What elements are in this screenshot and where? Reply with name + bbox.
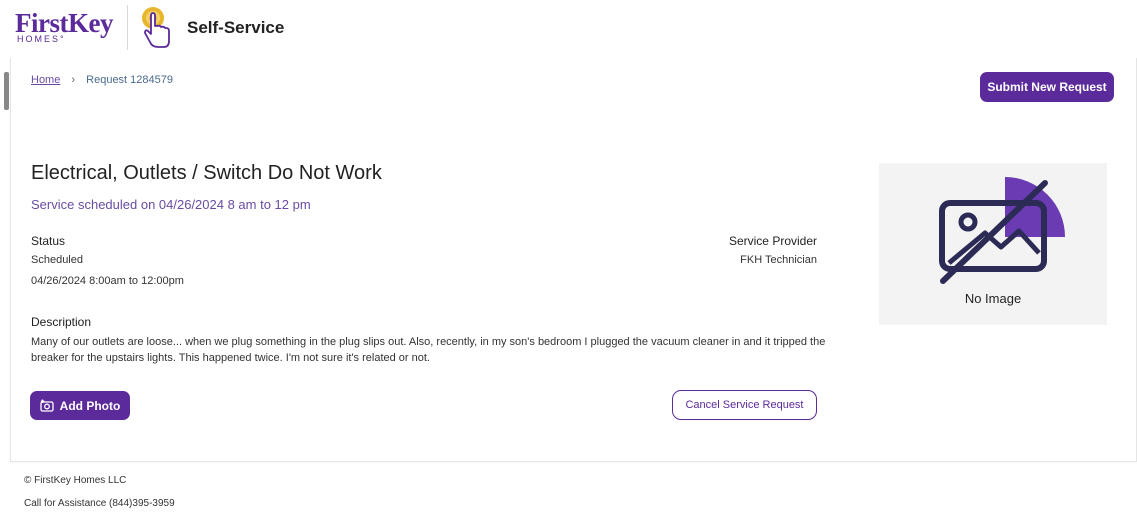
breadcrumb-current: Request 1284579 (86, 74, 173, 86)
app-header: FirstKey HOMES° Self-Service (0, 0, 1137, 58)
status-window: 04/26/2024 8:00am to 12:00pm (31, 275, 184, 287)
app-title: Self-Service (187, 18, 285, 37)
status-label: Status (31, 234, 66, 248)
service-provider-value: FKH Technician (740, 254, 817, 266)
firstkey-logo[interactable]: FirstKey HOMES° (15, 8, 115, 48)
description-text: Many of our outlets are loose... when we… (31, 336, 826, 364)
sidebar-toggle-handle[interactable] (4, 72, 9, 110)
request-image-placeholder: No Image (879, 163, 1107, 325)
touch-hand-icon (142, 7, 170, 48)
footer-copyright: © FirstKey Homes LLC (24, 475, 127, 486)
cancel-service-request-button[interactable]: Cancel Service Request (672, 390, 817, 420)
status-value: Scheduled (31, 254, 83, 266)
submit-new-request-button[interactable]: Submit New Request (980, 72, 1114, 102)
no-image-label: No Image (964, 291, 1022, 306)
footer-assistance-phone[interactable]: Call for Assistance (844)395-3959 (24, 498, 175, 509)
logo-subtext: HOMES° (17, 34, 66, 44)
description-label: Description (31, 315, 92, 329)
breadcrumb: Home › Request 1284579 (31, 74, 173, 86)
service-scheduled-text: Service scheduled on 04/26/2024 8 am to … (31, 197, 311, 212)
add-photo-icon (40, 399, 54, 412)
add-photo-button[interactable]: Add Photo (30, 391, 130, 420)
add-photo-label: Add Photo (59, 398, 121, 413)
breadcrumb-chevron-icon: › (71, 74, 76, 86)
no-image-icon (939, 177, 1065, 284)
header-divider (127, 5, 128, 50)
breadcrumb-home-link[interactable]: Home (31, 74, 60, 86)
service-provider-label: Service Provider (728, 234, 817, 248)
request-title: Electrical, Outlets / Switch Do Not Work (31, 162, 382, 184)
